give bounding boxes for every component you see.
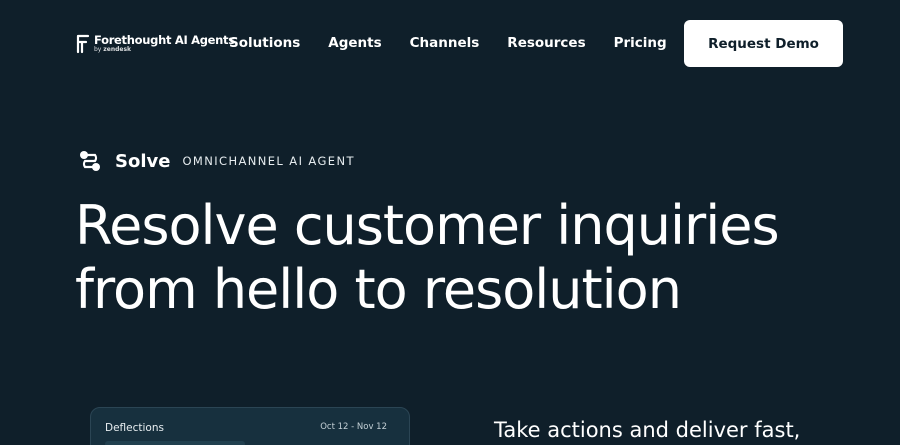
nav-link-pricing[interactable]: Pricing (614, 35, 667, 51)
card-placeholder-bar (105, 441, 245, 445)
top-navigation: Forethought AI Agents by zendesk Solutio… (0, 0, 900, 88)
nav-link-resources[interactable]: Resources (507, 35, 585, 51)
card-date-range: Oct 12 - Nov 12 (320, 422, 387, 432)
forethought-logo[interactable]: Forethought AI Agents by zendesk (75, 34, 235, 54)
nav-link-solutions[interactable]: Solutions (229, 35, 300, 51)
hero-headline: Resolve customer inquiries from hello to… (75, 194, 780, 321)
logo-subtitle: by zendesk (94, 46, 132, 54)
solve-icon (80, 151, 100, 171)
logo-name: Forethought AI Agents (94, 32, 235, 47)
nav-links: Solutions Agents Channels Resources Pric… (229, 35, 695, 51)
nav-link-agents[interactable]: Agents (328, 35, 381, 51)
product-tag: OMNICHANNEL AI AGENT (182, 154, 355, 168)
forethought-logo-icon (76, 34, 90, 54)
card-title: Deflections (105, 422, 164, 434)
feature-subheading: Take actions and deliver fast, (494, 418, 801, 442)
deflections-card: Deflections Oct 12 - Nov 12 (90, 407, 410, 445)
request-demo-button[interactable]: Request Demo (684, 20, 843, 67)
nav-link-channels[interactable]: Channels (410, 35, 480, 51)
product-eyebrow: Solve OMNICHANNEL AI AGENT (77, 148, 355, 174)
product-name: Solve (115, 150, 171, 172)
